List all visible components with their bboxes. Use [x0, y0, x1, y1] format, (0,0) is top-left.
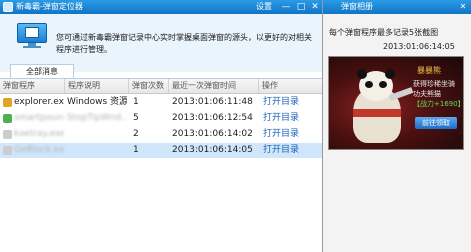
minimize-button[interactable]: —: [278, 0, 294, 14]
info-text: 您可通过新毒霸弹窗记录中心实时掌握桌面弹窗的源头，以更好的对相关程序进行管理。: [56, 33, 312, 54]
program-file-icon: [3, 114, 12, 123]
cell-program: smartpound.exe: [14, 113, 64, 123]
album-description: 每个弹窗程序最多记录5张截图: [329, 28, 439, 37]
table-empty-area: [0, 162, 322, 252]
table-row[interactable]: GeBlock.exe 1 2013:01:06:14:05 打开目录: [0, 143, 322, 158]
screenshot-album-panel: 弹窗相册 ✕ 每个弹窗程序最多记录5张截图 2013:01:06:14:05 暴…: [323, 0, 471, 252]
table-row[interactable]: kxetray.exe 2 2013:01:06:14:02 打开目录: [0, 127, 322, 142]
window-title: 新毒霸-弹窗定位器: [16, 2, 83, 11]
cell-time: 2013:01:06:14:02: [172, 129, 253, 139]
album-timestamp: 2013:01:06:14:05: [383, 42, 455, 51]
header-description[interactable]: 程序说明: [64, 79, 128, 93]
right-close-button[interactable]: ✕: [456, 0, 470, 14]
header-time[interactable]: 最近一次弹窗时间: [168, 79, 258, 93]
program-file-icon: [3, 98, 12, 107]
right-title-bar: 弹窗相册 ✕: [323, 0, 471, 14]
popup-line-1: 获得珍稀坐骑: [413, 80, 455, 88]
cell-description: [67, 143, 127, 158]
header-action[interactable]: 操作: [258, 79, 322, 93]
popup-title: 暴暴熊: [417, 66, 441, 75]
popup-line-3: 【战力+1690】: [413, 100, 464, 108]
cell-time: 2013:01:06:14:05: [172, 145, 253, 155]
app-logo-icon: [3, 2, 13, 12]
cell-count: 1: [133, 97, 139, 107]
tab-all-messages[interactable]: 全部消息: [10, 64, 74, 79]
table-header: 弹窗程序 程序说明 弹窗次数 最近一次弹窗时间 操作: [0, 79, 322, 94]
cell-action[interactable]: 打开目录: [263, 95, 321, 110]
title-bar: 新毒霸-弹窗定位器 设置 — □ ✕: [0, 0, 322, 14]
table-row[interactable]: smartpound.exeStopTipWnd... 5 2013:01:06:1…: [0, 111, 322, 126]
table-row[interactable]: explorer.exeWindows 资源... 1 2013:01:06:11:…: [0, 95, 322, 110]
cell-action[interactable]: 打开目录: [263, 143, 321, 158]
close-button[interactable]: ✕: [307, 0, 322, 14]
cell-time: 2013:01:06:12:54: [172, 113, 253, 123]
cell-program: explorer.exe: [14, 97, 64, 107]
monitor-icon: [17, 23, 47, 49]
cell-count: 5: [133, 113, 139, 123]
cell-count: 1: [133, 145, 139, 155]
cell-program: GeBlock.exe: [14, 145, 64, 155]
popup-line-2: 功夫熊猫: [413, 90, 441, 98]
cell-count: 2: [133, 129, 139, 139]
program-file-icon: [3, 146, 12, 155]
header-count[interactable]: 弹窗次数: [128, 79, 168, 93]
settings-button[interactable]: 设置: [256, 1, 272, 13]
cell-time: 2013:01:06:11:48: [172, 97, 253, 107]
cell-action[interactable]: 打开目录: [263, 111, 321, 126]
cell-description: [67, 127, 127, 142]
cell-description: StopTipWnd...: [67, 113, 127, 123]
main-window: 新毒霸-弹窗定位器 设置 — □ ✕ 您可通过新毒霸弹窗记录中心实时掌握桌面弹窗…: [0, 0, 323, 252]
popup-screenshot[interactable]: 暴暴熊 获得珍稀坐骑 功夫熊猫 【战力+1690】 前往领取: [328, 56, 464, 150]
popup-claim-button[interactable]: 前往领取: [415, 117, 457, 129]
program-file-icon: [3, 130, 12, 139]
header-program[interactable]: 弹窗程序: [0, 79, 64, 93]
cell-program: kxetray.exe: [14, 129, 64, 139]
right-panel-title: 弹窗相册: [341, 2, 373, 11]
cell-description: Windows 资源...: [67, 97, 127, 107]
cell-action[interactable]: 打开目录: [263, 127, 321, 142]
